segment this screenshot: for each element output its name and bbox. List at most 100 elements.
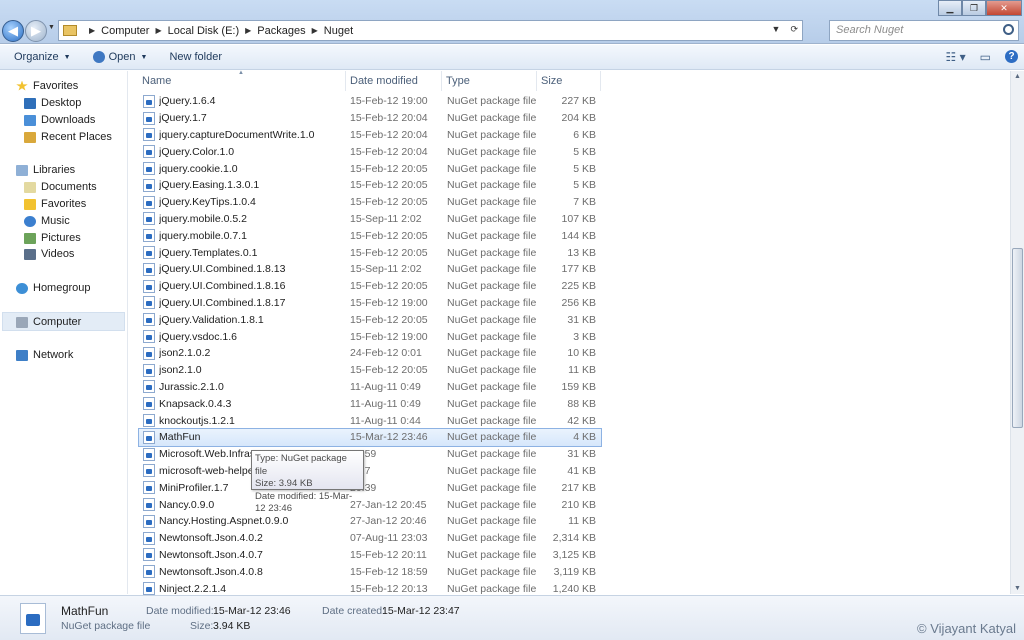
new-folder-button[interactable]: New folder — [169, 51, 222, 63]
open-button[interactable]: Open ▼ — [92, 51, 148, 63]
maximize-button[interactable]: ❐ — [962, 0, 986, 16]
nav-label: Documents — [41, 181, 97, 193]
file-row[interactable]: jQuery.UI.Combined.1.8.16 15-Feb-12 20:05… — [139, 278, 601, 295]
file-date-modified: 15-Feb-12 20:05 — [350, 313, 428, 326]
back-button[interactable]: ◀ — [2, 20, 24, 42]
breadcrumb-separator-icon[interactable]: ▶ — [155, 26, 161, 35]
address-bar[interactable]: ▶ Computer ▶ Local Disk (E:) ▶ Packages … — [58, 20, 803, 41]
file-row[interactable]: jquery.mobile.0.5.2 15-Sep-11 2:02 NuGet p… — [139, 211, 601, 228]
nav-lib-favorites[interactable]: Favorites — [24, 196, 86, 212]
file-type: NuGet package file — [447, 565, 537, 578]
file-size: 13 KB — [567, 246, 596, 259]
file-row[interactable]: jQuery.UI.Combined.1.8.17 15-Feb-12 19:00… — [139, 295, 601, 312]
breadcrumb-packages[interactable]: Packages — [257, 25, 305, 37]
search-icon[interactable] — [1003, 24, 1014, 35]
nav-homegroup[interactable]: Homegroup — [16, 280, 90, 296]
vertical-scrollbar[interactable]: ▲ ▼ — [1010, 71, 1024, 594]
file-row[interactable]: Knapsack.0.4.3 11-Aug-11 0:49 NuGet packag… — [139, 395, 601, 412]
nuget-file-icon — [143, 178, 155, 192]
nav-pictures[interactable]: Pictures — [24, 230, 81, 246]
nav-downloads[interactable]: Downloads — [24, 112, 95, 128]
breadcrumb-separator-icon[interactable]: ▶ — [245, 26, 251, 35]
file-name: Newtonsoft.Json.4.0.2 — [159, 532, 263, 545]
file-size: 7 KB — [573, 196, 596, 209]
file-row[interactable]: jQuery.vsdoc.1.6 15-Feb-12 19:00 NuGet pac… — [139, 328, 601, 345]
breadcrumb-separator-icon[interactable]: ▶ — [89, 26, 95, 35]
nav-computer[interactable]: Computer — [16, 314, 81, 330]
file-row[interactable]: Newtonsoft.Json.4.0.2 07-Aug-11 23:03 NuGe… — [139, 530, 601, 547]
nav-favorites[interactable]: Favorites — [16, 78, 78, 94]
scrollbar-thumb[interactable] — [1012, 248, 1023, 428]
file-size: 204 KB — [561, 112, 596, 125]
file-date-modified: 15-Feb-12 20:05 — [350, 162, 428, 175]
file-row[interactable]: jquery.cookie.1.0 15-Feb-12 20:05 NuGet pa… — [139, 160, 601, 177]
nav-network[interactable]: Network — [16, 347, 73, 363]
file-row[interactable]: jQuery.1.6.4 15-Feb-12 19:00 NuGet package… — [139, 93, 601, 110]
file-size: 256 KB — [561, 296, 596, 309]
minimize-button[interactable]: ▁ — [938, 0, 962, 16]
address-dropdown-icon[interactable]: ▼ — [772, 24, 781, 35]
file-row[interactable]: jQuery.Color.1.0 15-Feb-12 20:04 NuGet pac… — [139, 143, 601, 160]
scroll-down-icon[interactable]: ▼ — [1013, 585, 1022, 592]
file-row[interactable]: Nancy.Hosting.Aspnet.0.9.0 27-Jan-12 20:4… — [139, 513, 601, 530]
nuget-file-icon — [143, 195, 155, 209]
nav-label: Network — [33, 349, 74, 361]
column-header-date-modified[interactable]: Date modified — [346, 71, 442, 91]
column-header-type[interactable]: Type — [442, 71, 537, 91]
nav-videos[interactable]: Videos — [24, 246, 74, 262]
nav-recent-places[interactable]: Recent Places — [24, 129, 112, 145]
file-size: 41 KB — [567, 464, 596, 477]
file-row[interactable]: jQuery.Easing.1.3.0.1 15-Feb-12 20:05 NuGe… — [139, 177, 601, 194]
breadcrumb-computer[interactable]: Computer — [101, 25, 149, 37]
help-icon[interactable]: ? — [1005, 50, 1018, 63]
file-size: 5 KB — [573, 145, 596, 158]
chevron-down-icon: ▼ — [140, 53, 148, 61]
file-row[interactable]: json2.1.0.2 24-Feb-12 0:01 NuGet package f… — [139, 345, 601, 362]
file-row[interactable]: knockoutjs.1.2.1 11-Aug-11 0:44 NuGet pack… — [139, 412, 601, 429]
file-date-modified: 15-Feb-12 20:04 — [350, 112, 428, 125]
nuget-file-icon — [143, 582, 155, 595]
file-row[interactable]: Jurassic.2.1.0 11-Aug-11 0:49 NuGet packag… — [139, 379, 601, 396]
file-row[interactable]: Newtonsoft.Json.4.0.7 15-Feb-12 20:11 NuGe… — [139, 547, 601, 564]
file-type: NuGet package file — [447, 481, 537, 494]
preview-pane-icon[interactable]: ▭ — [980, 50, 991, 64]
file-row[interactable]: jQuery.KeyTips.1.0.4 15-Feb-12 20:05 NuGet… — [139, 194, 601, 211]
column-header-size[interactable]: Size — [537, 71, 601, 91]
file-size: 144 KB — [561, 229, 596, 242]
file-type: NuGet package file — [447, 532, 537, 545]
homegroup-icon — [16, 282, 28, 294]
scroll-up-icon[interactable]: ▲ — [1013, 73, 1022, 80]
file-row[interactable]: jQuery.UI.Combined.1.8.13 15-Sep-11 2:02 N… — [139, 261, 601, 278]
file-row[interactable]: MiniProfiler.1.720:39NuGet package file2… — [139, 479, 601, 496]
forward-button[interactable]: ▶ — [25, 20, 47, 42]
file-row[interactable]: jquery.captureDocumentWrite.1.0 15-Feb-12… — [139, 127, 601, 144]
breadcrumb-separator-icon[interactable]: ▶ — [312, 26, 318, 35]
file-row[interactable]: Newtonsoft.Json.4.0.8 15-Feb-12 18:59 NuGe… — [139, 563, 601, 580]
nuget-file-icon — [143, 262, 155, 276]
file-row[interactable]: MathFun 15-Mar-12 23:46 NuGet package file… — [138, 427, 602, 447]
nav-documents[interactable]: Documents — [24, 179, 97, 195]
organize-button[interactable]: Organize ▼ — [14, 51, 71, 63]
column-header-name[interactable]: Name — [138, 71, 346, 91]
nav-label: Desktop — [41, 97, 82, 109]
nav-desktop[interactable]: Desktop — [24, 95, 81, 111]
nav-libraries[interactable]: Libraries — [16, 162, 75, 178]
file-row[interactable]: Nancy.0.9.0 27-Jan-12 20:45 NuGet package … — [139, 496, 601, 513]
file-row[interactable]: jQuery.Templates.0.1 15-Feb-12 20:05 NuGet… — [139, 244, 601, 261]
nav-music[interactable]: Music — [24, 213, 70, 229]
file-row[interactable]: jQuery.Validation.1.8.1 15-Feb-12 20:05 Nu… — [139, 311, 601, 328]
file-row[interactable]: microsoft-web-helper0:27NuGet package fi… — [139, 463, 601, 480]
file-type: NuGet package file — [447, 162, 537, 175]
breadcrumb-nuget[interactable]: Nuget — [324, 25, 353, 37]
recent-pages-dropdown[interactable]: ▼ — [48, 24, 56, 38]
breadcrumb-local-disk[interactable]: Local Disk (E:) — [168, 25, 240, 37]
file-row[interactable]: jQuery.1.7 15-Feb-12 20:04 NuGet package f… — [139, 110, 601, 127]
file-row[interactable]: Microsoft.Web.Infrast18:59NuGet package … — [139, 446, 601, 463]
nuget-file-icon — [143, 330, 155, 344]
search-input[interactable]: Search Nuget — [829, 20, 1019, 41]
close-button[interactable]: ✕ — [986, 0, 1022, 16]
refresh-icon[interactable]: ⟳ — [790, 24, 798, 35]
change-view-icon[interactable]: ☷ ▾ — [946, 50, 966, 64]
file-row[interactable]: json2.1.0 15-Feb-12 20:05 NuGet package fi… — [139, 362, 601, 379]
file-row[interactable]: jquery.mobile.0.7.1 15-Feb-12 20:05 NuGet … — [139, 227, 601, 244]
